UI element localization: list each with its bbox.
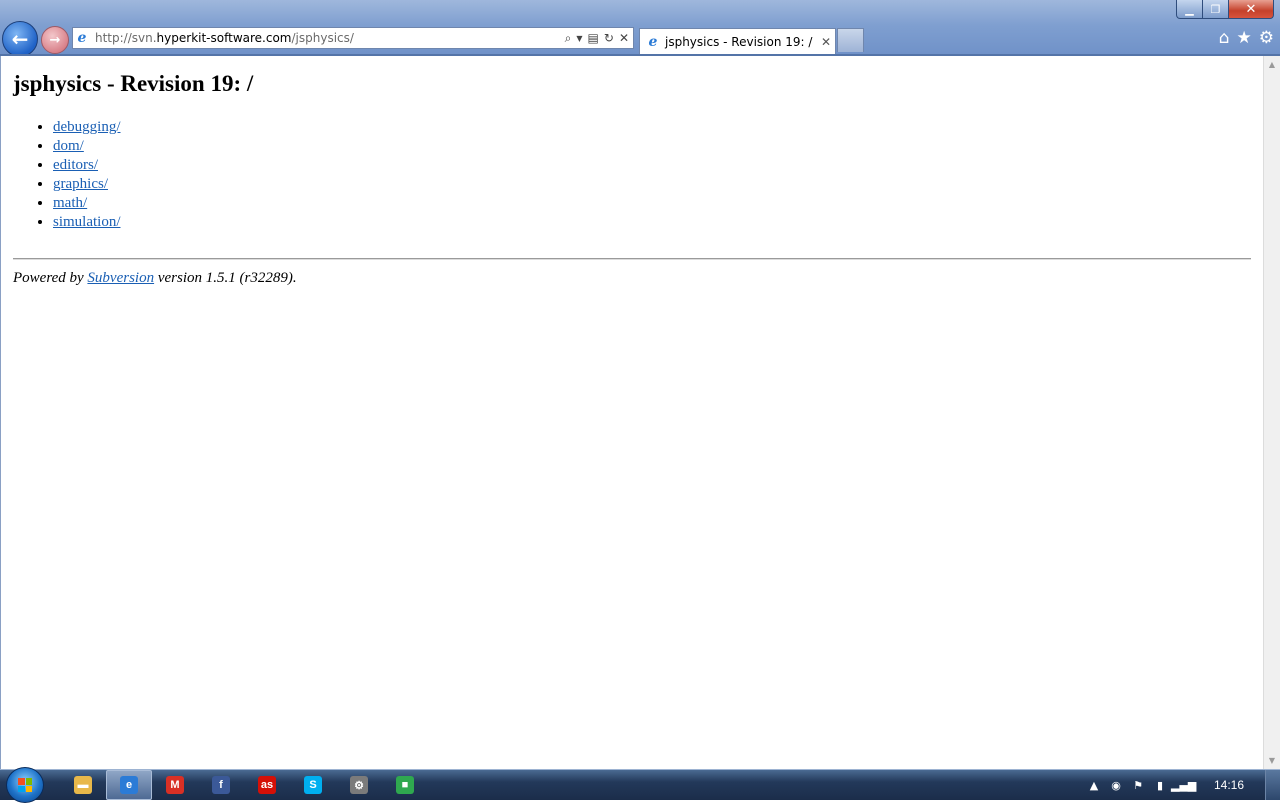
compatibility-view-icon[interactable]: ▤ xyxy=(588,31,599,45)
minimize-icon: ▁ xyxy=(1185,2,1194,16)
scroll-down-icon[interactable]: ▼ xyxy=(1264,752,1280,769)
taskbar-item[interactable]: e xyxy=(106,770,152,800)
clock[interactable]: 14:16 xyxy=(1193,778,1265,792)
forward-arrow-icon: → xyxy=(49,32,61,48)
subversion-link[interactable]: Subversion xyxy=(87,270,154,286)
lastfm-icon: as xyxy=(258,776,276,794)
skype-icon: S xyxy=(304,776,322,794)
scroll-up-icon[interactable]: ▲ xyxy=(1264,56,1280,73)
taskbar-item[interactable]: S xyxy=(290,770,336,800)
list-item: editors/ xyxy=(53,156,1251,175)
page-title: jsphysics - Revision 19: / xyxy=(13,71,254,96)
taskbar-item[interactable]: ▬ xyxy=(60,770,106,800)
taskbar-apps: ▬ e Mf as S ⚙ ■ xyxy=(60,770,428,800)
vertical-scrollbar[interactable]: ▲ ▼ xyxy=(1263,56,1280,769)
url-host: hyperkit-software.com xyxy=(156,31,292,45)
taskbar: ▬ e Mf as S ⚙ ■ ▲ ◉ ⚑ ▮ ▂▄▆ 14:16 xyxy=(0,767,1280,803)
dir-link-editors[interactable]: editors/ xyxy=(53,157,98,173)
dir-link-math[interactable]: math/ xyxy=(53,195,87,211)
list-item: simulation/ xyxy=(53,213,1251,232)
ie-page-icon: e xyxy=(77,30,87,46)
url-path: /jsphysics/ xyxy=(291,31,354,45)
gear-icon[interactable]: ⚙ xyxy=(1259,28,1274,48)
browser-chrome: ▁ ❐ ✕ ← → e http://svn.hyperkit-software… xyxy=(0,0,1280,56)
divider xyxy=(13,258,1251,260)
minimize-button[interactable]: ▁ xyxy=(1176,0,1203,19)
list-item: debugging/ xyxy=(53,118,1251,137)
list-item: math/ xyxy=(53,194,1251,213)
new-tab-button[interactable] xyxy=(837,28,864,52)
media-icon[interactable]: ◉ xyxy=(1105,779,1127,792)
system-tray: ▲ ◉ ⚑ ▮ ▂▄▆ 14:16 xyxy=(1083,770,1280,800)
taskbar-item[interactable]: ■ xyxy=(382,770,428,800)
search-icon[interactable]: ⌕ xyxy=(565,31,572,46)
forward-button[interactable]: → xyxy=(41,26,69,54)
list-item: graphics/ xyxy=(53,175,1251,194)
utility-app-icon: ■ xyxy=(396,776,414,794)
internet-explorer-icon: e xyxy=(120,776,138,794)
footer-prefix: Powered by xyxy=(13,270,88,286)
gmail-icon: M xyxy=(166,776,184,794)
network-signal-icon[interactable]: ▂▄▆ xyxy=(1171,779,1196,792)
refresh-icon[interactable]: ↻ xyxy=(604,31,614,45)
footer: Powered by Subversion version 1.5.1 (r32… xyxy=(13,268,1251,288)
tab-page-icon: e xyxy=(648,33,658,50)
tab-active[interactable]: e jsphysics - Revision 19: / ✕ xyxy=(639,28,836,54)
restore-button[interactable]: ❐ xyxy=(1203,0,1229,19)
url-text[interactable]: http://svn.hyperkit-software.com/jsphysi… xyxy=(95,31,565,45)
list-item: dom/ xyxy=(53,137,1251,156)
command-icons: ⌂ ★ ⚙ xyxy=(1219,28,1274,48)
dir-link-simulation[interactable]: simulation/ xyxy=(53,214,121,230)
page-content: jsphysics - Revision 19: / debugging/ do… xyxy=(13,70,1251,288)
windows-logo-icon xyxy=(18,778,32,792)
directory-list: debugging/ dom/ editors/ graphics/ math/… xyxy=(13,118,1251,232)
home-icon[interactable]: ⌂ xyxy=(1219,28,1230,48)
taskbar-item[interactable]: M xyxy=(152,770,198,800)
taskbar-item[interactable]: ⚙ xyxy=(336,770,382,800)
url-prefix: http://svn. xyxy=(95,31,157,45)
stop-icon[interactable]: ✕ xyxy=(619,31,629,45)
dir-link-debugging[interactable]: debugging/ xyxy=(53,119,121,135)
taskbar-item[interactable]: f xyxy=(198,770,244,800)
dir-link-dom[interactable]: dom/ xyxy=(53,138,84,154)
address-tools: ⌕ ▼ ▤ ↻ ✕ xyxy=(565,31,629,46)
page-viewport: jsphysics - Revision 19: / debugging/ do… xyxy=(0,56,1263,769)
window-controls: ▁ ❐ ✕ xyxy=(1176,0,1274,19)
chevron-down-icon[interactable]: ▼ xyxy=(576,34,582,43)
taskbar-item[interactable]: as xyxy=(244,770,290,800)
restore-icon: ❐ xyxy=(1210,2,1221,16)
close-window-button[interactable]: ✕ xyxy=(1229,0,1274,19)
close-icon: ✕ xyxy=(1245,1,1257,17)
dir-link-graphics[interactable]: graphics/ xyxy=(53,176,108,192)
show-desktop-button[interactable] xyxy=(1265,770,1280,800)
star-icon[interactable]: ★ xyxy=(1237,28,1252,48)
back-button[interactable]: ← xyxy=(2,21,38,56)
show-hidden-icon[interactable]: ▲ xyxy=(1083,779,1105,792)
back-arrow-icon: ← xyxy=(11,27,29,51)
power-icon[interactable]: ▮ xyxy=(1149,779,1171,792)
action-center-flag-icon[interactable]: ⚑ xyxy=(1127,779,1149,792)
network-tool-icon: ⚙ xyxy=(350,776,368,794)
address-bar[interactable]: e http://svn.hyperkit-software.com/jsphy… xyxy=(72,27,634,49)
close-tab-icon[interactable]: ✕ xyxy=(821,35,831,49)
facebook-icon: f xyxy=(212,776,230,794)
footer-suffix: version 1.5.1 (r32289). xyxy=(154,270,297,286)
file-explorer-icon: ▬ xyxy=(74,776,92,794)
start-button[interactable] xyxy=(6,767,44,803)
tab-title: jsphysics - Revision 19: / xyxy=(665,34,813,49)
